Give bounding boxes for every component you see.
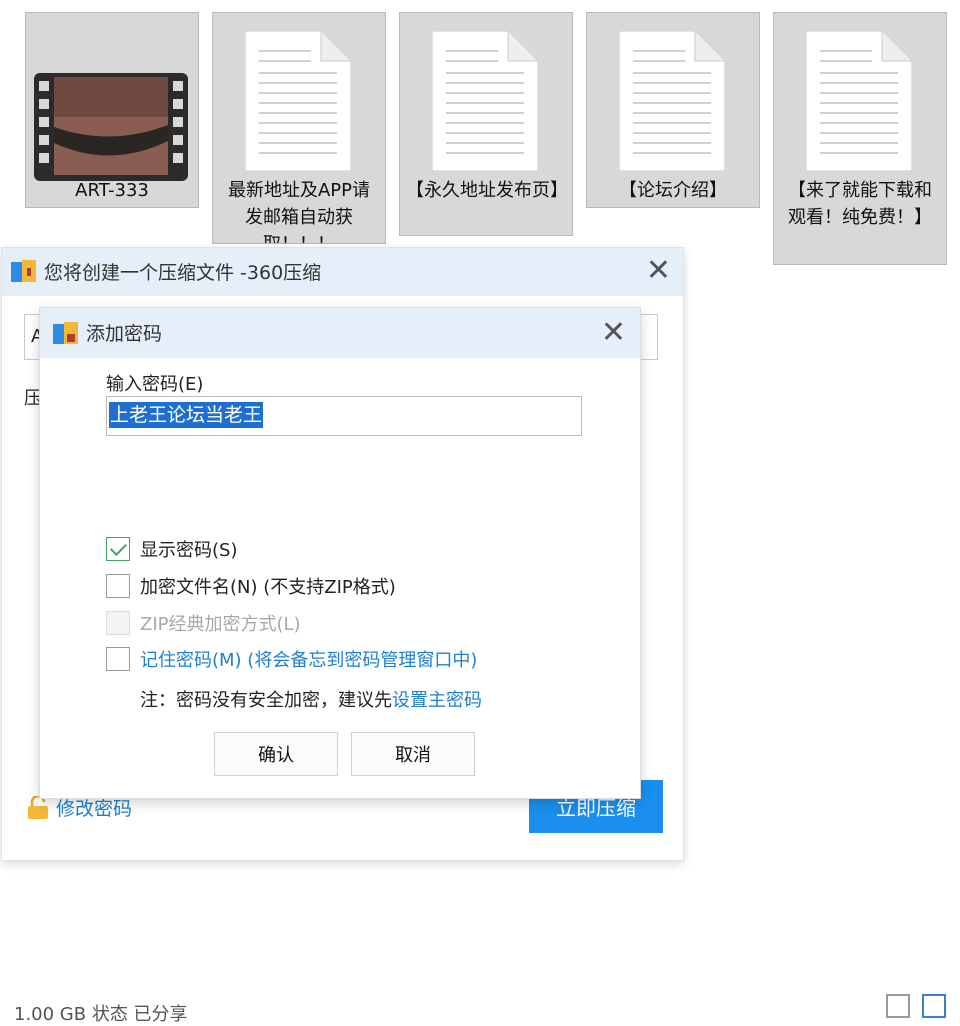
file-name: 最新地址及APP请发邮箱自动获取！！！ <box>227 180 371 243</box>
edit-password-link[interactable]: 修改密码 <box>26 794 132 821</box>
edit-password-label: 修改密码 <box>56 798 133 820</box>
zip-classic-checkbox <box>106 611 130 635</box>
list-view-icon[interactable] <box>886 994 910 1018</box>
add-password-title: 添加密码 <box>86 323 163 345</box>
password-input-label: 输入密码(E) <box>106 374 204 395</box>
encrypt-filenames-option[interactable]: 加密文件名(N) (不支持ZIP格式) <box>106 573 396 599</box>
grid-view-icon[interactable] <box>922 994 946 1018</box>
cancel-button[interactable]: 取消 <box>351 732 475 776</box>
compress-dialog-titlebar[interactable]: 您将创建一个压缩文件 -360压缩 ✕ <box>2 248 683 296</box>
file-name: 【永久地址发布页】 <box>406 180 568 201</box>
set-master-password-link[interactable]: 设置主密码 <box>392 690 482 711</box>
compress-dialog-title: 您将创建一个压缩文件 -360压缩 <box>44 262 322 284</box>
password-value: 上老王论坛当老王 <box>109 402 264 428</box>
file-name: 【论坛介绍】 <box>619 180 727 201</box>
file-tile-document[interactable]: 最新地址及APP请发邮箱自动获取！！！ <box>212 12 386 244</box>
show-password-checkbox[interactable] <box>106 537 130 561</box>
document-file-icon <box>806 31 912 171</box>
file-tile-document[interactable]: 【论坛介绍】 <box>586 12 760 208</box>
document-file-icon <box>619 31 725 171</box>
remember-password-checkbox[interactable] <box>106 647 130 671</box>
archive-lock-icon <box>53 322 78 344</box>
file-name: ART-333 <box>75 180 149 201</box>
video-file-icon <box>34 73 188 181</box>
remember-password-label: 记住密码(M) (将会备忘到密码管理窗口中) <box>140 650 478 671</box>
show-password-option[interactable]: 显示密码(S) <box>106 536 237 562</box>
archive-app-icon <box>11 260 36 282</box>
file-tile-document[interactable]: 【永久地址发布页】 <box>399 12 573 236</box>
encrypt-filenames-checkbox[interactable] <box>106 574 130 598</box>
close-icon[interactable]: ✕ <box>646 254 671 288</box>
view-toggle <box>886 994 946 1018</box>
file-name: 【来了就能下载和观看！纯免费！】 <box>788 180 932 228</box>
encrypt-filenames-label: 加密文件名(N) (不支持ZIP格式) <box>140 577 396 598</box>
file-tile-document[interactable]: 【来了就能下载和观看！纯免费！】 <box>773 12 947 265</box>
password-input[interactable]: 上老王论坛当老王 <box>106 396 582 436</box>
close-icon[interactable]: ✕ <box>601 316 626 350</box>
confirm-button[interactable]: 确认 <box>214 732 338 776</box>
security-note: 注：密码没有安全加密，建议先设置主密码 <box>140 686 482 712</box>
add-password-titlebar[interactable]: 添加密码 ✕ <box>40 308 640 358</box>
remember-password-option[interactable]: 记住密码(M) (将会备忘到密码管理窗口中) <box>106 646 477 672</box>
document-file-icon <box>245 31 351 171</box>
zip-classic-label: ZIP经典加密方式(L) <box>140 614 301 635</box>
security-note-text: 注：密码没有安全加密，建议先 <box>140 690 392 711</box>
document-file-icon <box>432 31 538 171</box>
file-tile-video[interactable]: ART-333 <box>25 12 199 208</box>
add-password-dialog: 添加密码 ✕ 输入密码(E) 上老王论坛当老王 显示密码(S) 加密文件名(N)… <box>40 308 640 798</box>
show-password-label: 显示密码(S) <box>140 540 238 561</box>
lock-icon <box>28 795 48 819</box>
zip-classic-option: ZIP经典加密方式(L) <box>106 610 301 636</box>
status-bar-text: 1.00 GB 状态 已分享 <box>14 1004 188 1025</box>
